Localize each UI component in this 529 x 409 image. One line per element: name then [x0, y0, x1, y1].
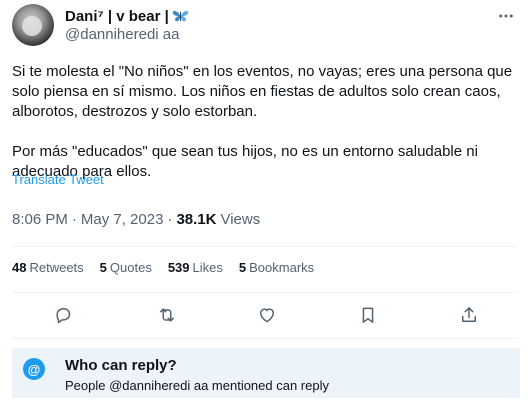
- views-count[interactable]: 38.1K: [176, 211, 216, 228]
- bookmarks-label: Bookmarks: [249, 260, 315, 275]
- retweet-icon[interactable]: [152, 300, 182, 330]
- reply-restriction-title: Who can reply?: [65, 357, 177, 374]
- bookmarks-stat[interactable]: 5 Bookmarks: [239, 260, 314, 275]
- tweet-header: Dani⁷ | v bear | @danniheredi aa: [12, 4, 517, 48]
- quotes-stat[interactable]: 5 Quotes: [100, 260, 152, 275]
- reply-restriction-subtitle: People @danniheredi aa mentioned can rep…: [65, 378, 329, 393]
- bookmark-icon[interactable]: [353, 300, 383, 330]
- tweet-card: Dani⁷ | v bear | @danniheredi aa Si te m…: [0, 0, 529, 409]
- meta-separator: ·: [71, 211, 77, 228]
- tweet-date[interactable]: May 7, 2023: [81, 211, 164, 228]
- author-name-row[interactable]: Dani⁷ | v bear |: [65, 6, 189, 26]
- quotes-count: 5: [99, 260, 107, 275]
- tweet-time[interactable]: 8:06 PM: [12, 211, 68, 228]
- likes-stat[interactable]: 539 Likes: [168, 260, 223, 275]
- retweets-count: 48: [12, 260, 27, 275]
- retweets-label: Retweets: [29, 260, 84, 275]
- like-icon[interactable]: [252, 300, 282, 330]
- share-icon[interactable]: [454, 300, 484, 330]
- more-options-icon[interactable]: [495, 6, 517, 26]
- butterfly-icon: [172, 8, 189, 24]
- tweet-text: Si te molesta el "No niños" en los event…: [12, 63, 513, 180]
- avatar[interactable]: [12, 4, 54, 46]
- reply-restriction-notice: @ Who can reply? People @danniheredi aa …: [12, 348, 520, 398]
- divider: [12, 246, 517, 247]
- author-display-name[interactable]: Dani⁷ | v bear |: [65, 8, 169, 25]
- quotes-label: Quotes: [109, 260, 152, 275]
- views-label: Views: [220, 211, 261, 228]
- divider: [12, 292, 517, 293]
- tweet-meta: 8:06 PM · May 7, 2023 · 38.1K Views: [12, 211, 260, 228]
- author-handle[interactable]: @danniheredi aa: [65, 26, 179, 43]
- reply-icon[interactable]: [48, 300, 78, 330]
- translate-tweet-link[interactable]: Translate Tweet: [12, 172, 104, 187]
- mention-icon: @: [23, 358, 45, 380]
- action-bar: [12, 300, 517, 330]
- meta-separator-2: ·: [167, 211, 173, 228]
- avatar-image: [22, 16, 42, 36]
- likes-count: 539: [167, 260, 190, 275]
- engagement-stats: 48 Retweets 5 Quotes 539 Likes 5 Bookmarks: [12, 260, 330, 275]
- retweets-stat[interactable]: 48 Retweets: [12, 260, 84, 275]
- divider: [12, 338, 517, 339]
- likes-label: Likes: [192, 260, 223, 275]
- bookmarks-count: 5: [238, 260, 247, 275]
